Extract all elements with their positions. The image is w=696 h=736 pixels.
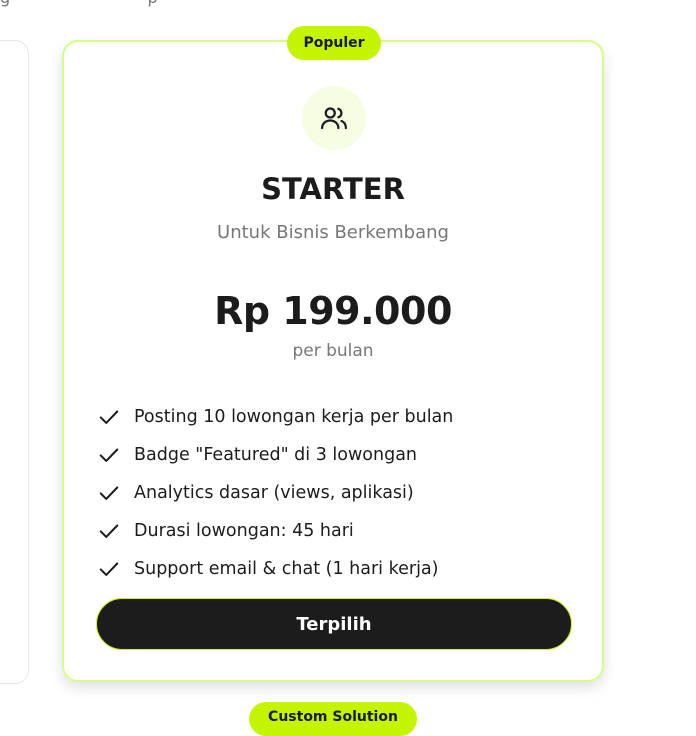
feature-item: Support email & chat (1 hari kerja) (98, 550, 453, 588)
feature-label: Durasi lowongan: 45 hari (134, 521, 354, 541)
feature-item: Badge "Featured" di 3 lowongan (98, 436, 453, 474)
feature-label: Support email & chat (1 hari kerja) (134, 559, 439, 579)
check-icon (99, 448, 119, 462)
plan-price: Rp 199.000 (214, 289, 452, 333)
feature-item: Posting 10 lowongan kerja per bulan (98, 398, 453, 436)
feature-label: Posting 10 lowongan kerja per bulan (134, 407, 454, 427)
plan-title: STARTER (261, 172, 405, 206)
feature-label: Badge "Featured" di 3 lowongan (134, 445, 418, 465)
next-card-badge: Custom Solution (249, 702, 417, 736)
plan-subtitle: Untuk Bisnis Berkembang (217, 222, 449, 243)
feature-item: Analytics dasar (views, aplikasi) (98, 474, 453, 512)
check-icon (99, 524, 119, 538)
feature-label: Analytics dasar (views, aplikasi) (134, 483, 414, 503)
select-plan-button[interactable]: Terpilih (96, 598, 572, 650)
clipped-text-above: g p (0, 0, 158, 7)
feature-list: Posting 10 lowongan kerja per bulan Badg… (98, 398, 453, 588)
check-icon (99, 486, 119, 500)
check-icon (99, 562, 119, 576)
feature-item: Durasi lowongan: 45 hari (98, 512, 453, 550)
plan-period: per bulan (292, 341, 374, 361)
popular-badge: Populer (287, 26, 381, 60)
users-icon (321, 107, 347, 130)
plan-icon-container (302, 86, 366, 150)
check-icon (99, 410, 119, 424)
previous-pricing-card (0, 40, 29, 684)
